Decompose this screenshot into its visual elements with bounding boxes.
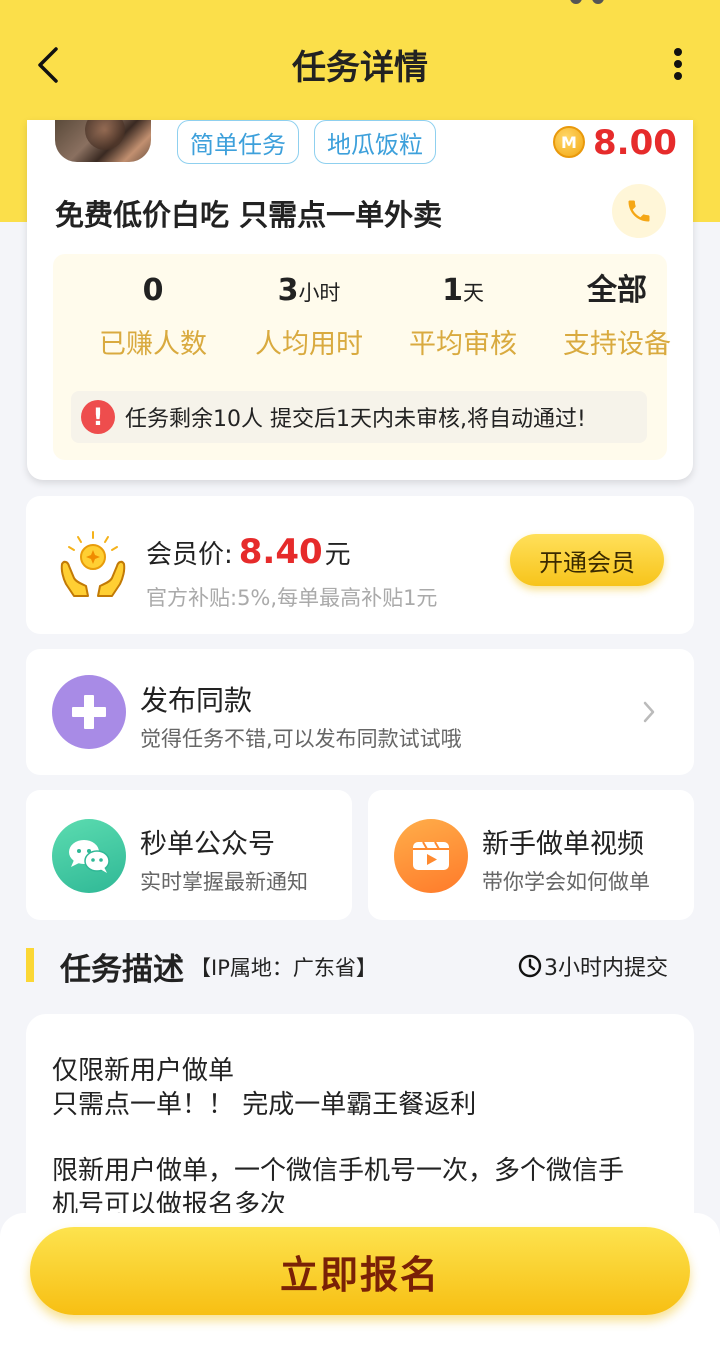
tag-merchant: 地瓜饭粒 <box>314 120 436 164</box>
task-summary-card: 简单任务 地瓜饭粒 M 8.00 免费低价白吃 只需点一单外卖 0 已赚人数 3… <box>27 120 693 480</box>
ip-location: 【IP属地：广东省】 <box>190 956 377 980</box>
description-blank-line <box>52 1122 668 1154</box>
coin-hands-icon <box>60 531 126 597</box>
chevron-right-icon <box>643 701 655 723</box>
description-line: 仅限新用户做单 <box>52 1056 235 1086</box>
stat-label: 已赚人数 <box>99 329 207 360</box>
shortcut-subtitle: 带你学会如何做单 <box>482 870 650 894</box>
stat-value: 1 <box>442 273 463 308</box>
vip-price: 8.40 <box>238 532 323 572</box>
vip-unit: 元 <box>324 540 351 570</box>
stat-earned-count: 0 已赚人数 <box>78 268 228 361</box>
bottom-action-bar: 立即报名 <box>0 1213 720 1345</box>
shortcut-title: 秒单公众号 <box>140 829 275 860</box>
top-nav: 任务详情 <box>0 0 720 120</box>
vip-price-row: 会员价: 8.40 元 <box>146 532 351 572</box>
vip-price-card: 会员价: 8.40 元 官方补贴:5%,每单最高补贴1元 开通会员 <box>26 496 694 634</box>
task-notice: ! 任务剩余10人 提交后1天内未审核,将自动通过! <box>71 391 647 443</box>
wechat-icon <box>52 819 126 893</box>
contact-phone-button[interactable] <box>612 184 666 238</box>
plus-icon <box>52 675 126 749</box>
stat-devices: 全部 支持设备 <box>542 268 692 361</box>
newbie-video-card[interactable]: 新手做单视频 带你学会如何做单 <box>368 790 694 920</box>
coin-icon: M <box>553 126 585 158</box>
video-icon <box>394 819 468 893</box>
stat-unit: 小时 <box>298 281 341 305</box>
wechat-account-card[interactable]: 秒单公众号 实时掌握最新通知 <box>26 790 352 920</box>
stat-value: 全部 <box>587 273 647 308</box>
stat-unit: 天 <box>462 281 484 305</box>
stat-value: 0 <box>142 273 164 308</box>
task-title: 免费低价白吃 只需点一单外卖 <box>55 198 443 232</box>
section-accent-bar <box>26 948 34 982</box>
tag-simple-task: 简单任务 <box>177 120 299 164</box>
section-title: 任务描述 <box>60 952 184 988</box>
clock-icon <box>518 954 542 978</box>
vip-subsidy-note: 官方补贴:5%,每单最高补贴1元 <box>146 586 438 610</box>
deadline-text: 3小时内提交 <box>544 956 668 981</box>
stat-label: 支持设备 <box>563 329 671 360</box>
shortcut-subtitle: 实时掌握最新通知 <box>140 870 308 894</box>
page-title: 任务详情 <box>292 48 428 88</box>
task-thumbnail <box>55 120 151 162</box>
warning-icon: ! <box>81 400 115 434</box>
more-menu-icon[interactable] <box>666 42 690 86</box>
stat-avg-review: 1天 平均审核 <box>388 268 538 361</box>
reward-amount: 8.00 <box>593 123 677 163</box>
publish-title: 发布同款 <box>140 684 253 717</box>
publish-same-card[interactable]: 发布同款 觉得任务不错,可以发布同款试试哦 <box>26 649 694 775</box>
task-stats-panel: 0 已赚人数 3小时 人均用时 1天 平均审核 全部 支持设备 ! 任务剩余10… <box>53 254 671 460</box>
shortcut-title: 新手做单视频 <box>482 829 644 860</box>
stat-label: 平均审核 <box>409 329 517 360</box>
description-line: 限新用户做单，一个微信手机号一次，多个微信手 <box>52 1156 625 1186</box>
open-vip-button[interactable]: 开通会员 <box>510 534 664 586</box>
vip-label: 会员价: <box>146 540 233 570</box>
stat-avg-time: 3小时 人均用时 <box>234 268 384 361</box>
stat-value: 3 <box>277 273 299 308</box>
publish-subtitle: 觉得任务不错,可以发布同款试试哦 <box>140 727 462 751</box>
description-line: 只需点一单！！ 完成一单霸王餐返利 <box>52 1090 477 1120</box>
signup-now-button[interactable]: 立即报名 <box>30 1227 690 1315</box>
submit-deadline: 3小时内提交 <box>518 950 668 982</box>
phone-icon <box>628 200 650 222</box>
notice-text: 任务剩余10人 提交后1天内未审核,将自动通过! <box>125 407 586 432</box>
stat-label: 人均用时 <box>255 329 363 360</box>
